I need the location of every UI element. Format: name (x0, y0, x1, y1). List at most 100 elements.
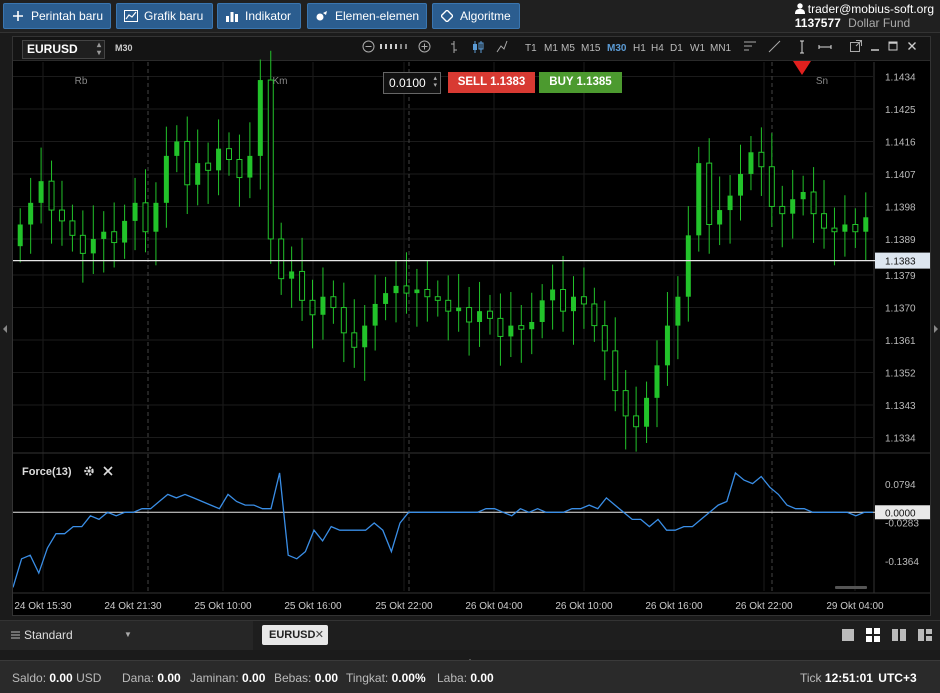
candle-body (727, 195, 733, 211)
gear-icon[interactable] (83, 465, 95, 480)
price-axis-label: 1.1416 (885, 137, 916, 148)
candle-body (570, 296, 576, 312)
close-indicator-icon[interactable] (103, 466, 113, 479)
price-chart[interactable]: 1.1434 1.1425 1.1416 1.1407 1.1398 1.1389 1.13… (13, 37, 930, 615)
time-axis-label: 26 Okt 10:00 (555, 601, 613, 612)
price-axis-label: 1.1389 (885, 235, 916, 246)
saldo-value: 0.00 (49, 671, 73, 685)
price-axis-label: 1.1361 (885, 336, 916, 347)
candle-body (497, 317, 504, 337)
candle-body (38, 181, 44, 203)
price-axis-label: 1.1379 (885, 271, 916, 282)
day-label: Rb (75, 76, 88, 87)
candle-body (320, 296, 326, 315)
candle-body (79, 234, 86, 254)
candle-body (101, 231, 107, 239)
candle-body (842, 224, 848, 232)
status-bar: Saldo: 0.00 USD Dana: 0.00 Jaminan: 0.00… (0, 660, 940, 693)
expand-panel-icon[interactable] (465, 651, 475, 663)
day-label: Km (273, 76, 288, 87)
candle-body (362, 325, 368, 348)
candle-body (591, 303, 598, 327)
account-info[interactable]: trader@mobius-soft.org 1137577 Dollar Fu… (794, 2, 934, 30)
time-axis-label: 25 Okt 22:00 (375, 601, 433, 612)
indicator-axis-label: -0.0283 (885, 518, 919, 529)
indicator-axis-label: 0.0794 (885, 480, 916, 491)
jaminan-info: Jaminan: 0.00 (190, 671, 265, 685)
close-tab-icon[interactable]: ✕ (315, 625, 324, 645)
saldo-currency: USD (76, 671, 102, 685)
candle-body (58, 209, 65, 222)
candle-body (477, 311, 483, 322)
clock-info[interactable]: Tick 12:51:01 UTC+3 (800, 671, 917, 685)
candle-body (445, 299, 452, 312)
candle-body (330, 296, 337, 309)
right-panel-toggle-icon[interactable] (932, 322, 940, 336)
lot-size-value: 0.0100 (389, 76, 426, 90)
layout-split-icon[interactable] (918, 628, 932, 642)
layout-columns-icon[interactable] (892, 628, 906, 642)
candle-body (372, 303, 378, 326)
time-axis-label: 29 Okt 04:00 (826, 601, 884, 612)
elements-icon (315, 9, 329, 23)
candle-body (309, 299, 316, 316)
candle-body (48, 180, 55, 211)
tab-bar: Standard ▼ EURUSD ✕ (0, 620, 940, 650)
candle-body (142, 202, 149, 233)
new-order-button[interactable]: Perintah baru (3, 3, 111, 29)
candle-body (644, 397, 650, 427)
candle-body (289, 271, 295, 279)
candle-body (403, 285, 410, 294)
chart-icon (124, 9, 138, 23)
candle-body (810, 191, 817, 215)
candle-body (550, 289, 556, 301)
account-type: Dollar Fund (848, 16, 911, 30)
main-toolbar: Perintah baru Grafik baru Indikator Elem… (0, 0, 940, 33)
candle-body (216, 148, 222, 171)
spin-arrows-icon: ▴ ▾ (433, 75, 437, 89)
candle-body (434, 296, 441, 301)
tingkat-value: 0.00% (391, 671, 426, 685)
price-axis-label: 1.1398 (885, 202, 916, 213)
workspace-select[interactable]: Standard ▼ (0, 621, 253, 650)
tab-eurusd[interactable]: EURUSD ✕ (262, 625, 328, 645)
bebas-info: Bebas: 0.00 (274, 671, 338, 685)
price-axis-label: 1.1343 (885, 401, 916, 412)
indicator-title: Force(13) (22, 465, 113, 480)
elements-button[interactable]: Elemen-elemen (307, 3, 427, 29)
new-chart-button[interactable]: Grafik baru (116, 3, 213, 29)
candle-body (236, 159, 243, 179)
laba-value: 0.00 (470, 671, 494, 685)
bars-icon (225, 9, 239, 23)
algorithm-icon (440, 9, 454, 23)
sell-button[interactable]: SELL 1.1383 (448, 72, 535, 93)
time-axis-label: 24 Okt 21:30 (104, 601, 162, 612)
layout-grid-icon[interactable] (866, 628, 880, 642)
time-axis-label: 26 Okt 16:00 (645, 601, 703, 612)
candle-body (706, 162, 713, 226)
candle-body (257, 80, 263, 156)
candle-body (601, 325, 608, 352)
algorithm-button[interactable]: Algoritme (432, 3, 520, 29)
plus-icon (11, 9, 25, 23)
candle-body (529, 322, 535, 330)
chart-window: EURUSD ▴ ▾ M30 T1 M1 M5 M15 M30 H1 H4 D1 W1 MN1 1.… (12, 36, 931, 616)
candle-body (383, 293, 389, 304)
bebas-value: 0.00 (314, 671, 339, 685)
buy-button[interactable]: BUY 1.1385 (539, 72, 622, 93)
candle-body (267, 79, 274, 240)
candle-body (132, 202, 138, 221)
timezone-value[interactable]: UTC+3 (878, 671, 916, 685)
candle-body (247, 155, 253, 178)
trading-app: Perintah baru Grafik baru Indikator Elem… (0, 0, 940, 693)
indicator-button[interactable]: Indikator (217, 3, 301, 29)
lot-size-input[interactable]: 0.0100 ▴ ▾ (383, 72, 441, 94)
algorithm-label: Algoritme (460, 9, 511, 23)
candle-body (696, 163, 702, 236)
time-axis-label: 25 Okt 10:00 (194, 601, 252, 612)
left-panel-toggle-icon[interactable] (1, 322, 9, 336)
layout-single-icon[interactable] (841, 628, 855, 642)
candle-body (174, 141, 180, 156)
dana-value: 0.00 (157, 671, 181, 685)
time-axis-label: 24 Okt 15:30 (14, 601, 72, 612)
